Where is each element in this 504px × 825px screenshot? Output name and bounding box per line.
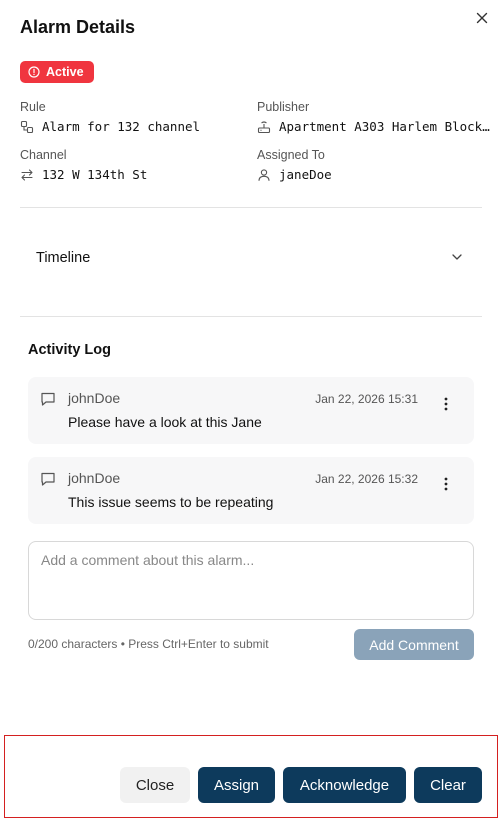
dialog-title: Alarm Details [20,17,136,37]
activity-log-title: Activity Log [28,342,111,358]
activity-message: Please have a look at this Jane [68,414,262,430]
activity-user: johnDoe [68,470,121,486]
divider [20,207,482,208]
user-icon [258,168,270,181]
activity-timestamp: Jan 22, 2026 15:31 [315,392,418,406]
publisher-value-text: Apartment A303 Harlem Block… [279,119,490,134]
router-icon [257,120,271,133]
clear-button[interactable]: Clear [414,767,482,803]
channel-label: Channel [20,148,67,162]
timeline-toggle[interactable]: Timeline [20,232,482,284]
assigned-value: janeDoe [257,167,332,182]
rule-label: Rule [20,100,46,114]
more-vertical-icon[interactable] [438,475,454,493]
publisher-label: Publisher [257,100,310,114]
comment-icon [41,472,55,486]
chevron-down-icon [452,254,462,260]
activity-entry: johnDoe Jan 22, 2026 15:32 This issue se… [28,457,474,524]
close-icon[interactable] [474,10,490,26]
assigned-label: Assigned To [257,148,325,162]
character-count-hint: 0/200 characters • Press Ctrl+Enter to s… [28,637,269,651]
rule-value: Alarm for 132 channel [20,119,200,134]
divider [20,316,482,317]
activity-message: This issue seems to be repeating [68,494,274,510]
add-comment-button[interactable]: Add Comment [354,629,474,660]
alert-circle-icon [28,66,40,78]
comment-input[interactable] [28,541,474,620]
publisher-value: Apartment A303 Harlem Block… [257,119,490,134]
arrows-exchange-icon [21,168,33,181]
activity-user: johnDoe [68,390,121,406]
more-vertical-icon[interactable] [438,395,454,413]
rule-value-text: Alarm for 132 channel [42,119,201,134]
assigned-value-text: janeDoe [279,167,332,182]
status-badge-label: Active [46,65,84,79]
assign-button[interactable]: Assign [198,767,275,803]
acknowledge-button[interactable]: Acknowledge [283,767,406,803]
activity-entry: johnDoe Jan 22, 2026 15:31 Please have a… [28,377,474,444]
activity-timestamp: Jan 22, 2026 15:32 [315,472,418,486]
close-button[interactable]: Close [120,767,190,803]
status-badge: Active [20,61,94,83]
rule-icon [20,120,34,133]
comment-icon [41,392,55,406]
timeline-label: Timeline [36,250,91,266]
channel-value: 132 W 134th St [20,167,147,182]
channel-value-text: 132 W 134th St [42,167,148,182]
